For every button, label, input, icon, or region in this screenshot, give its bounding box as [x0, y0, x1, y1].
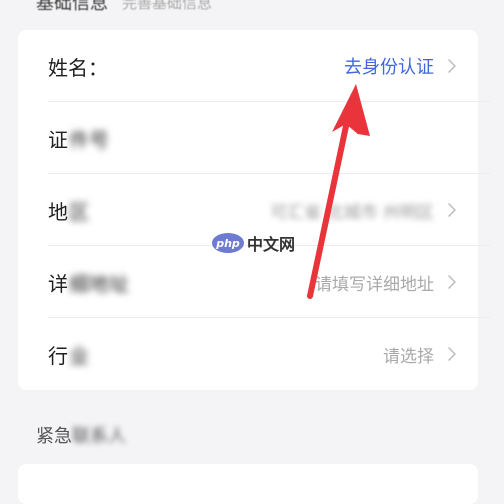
- section-subtitle: 完善基础信息: [122, 0, 213, 12]
- watermark-text: 中文网: [247, 235, 296, 254]
- value-text[interactable]: 去身份认证: [344, 53, 434, 79]
- emergency-contact-card: [18, 464, 478, 504]
- label-text-blurred: 区: [69, 199, 89, 224]
- section-header-emergency: 紧急 联系人: [36, 422, 126, 448]
- value-text-blurred: 可汇省 北城市 州明区: [270, 202, 434, 223]
- label-text: 证: [48, 127, 68, 152]
- row-industry[interactable]: 行 业 请选择: [48, 318, 460, 390]
- chevron-right-icon: [444, 58, 460, 74]
- label-text-blurred: 件号: [69, 127, 109, 152]
- label-text: 姓名：: [48, 55, 108, 80]
- chevron-right-icon: [444, 346, 460, 362]
- label-text-blurred: 业: [69, 343, 89, 368]
- label-text-blurred: 细地址: [69, 271, 129, 296]
- placeholder-text: 请选择: [383, 346, 434, 367]
- chevron-right-icon: [444, 202, 460, 218]
- region-value[interactable]: 可汇省 北城市 州明区: [270, 198, 460, 223]
- industry-select[interactable]: 请选择: [383, 342, 460, 367]
- row-id-number[interactable]: 证 件号: [48, 102, 490, 174]
- chevron-right-icon: [444, 274, 460, 290]
- address-input[interactable]: 请填写详细地址: [315, 270, 460, 295]
- row-name[interactable]: 姓名： 去身份认证: [48, 30, 490, 102]
- label-text: 地: [48, 199, 68, 224]
- row-label: 行 业: [48, 340, 89, 369]
- label-text: 详: [48, 271, 68, 296]
- row-label: 地 区: [48, 196, 89, 225]
- identity-verify-link[interactable]: 去身份认证: [344, 53, 460, 79]
- row-label: 姓名：: [48, 52, 108, 81]
- php-logo-icon: php: [212, 233, 244, 253]
- row-detail-address[interactable]: 详 细地址 请填写详细地址: [48, 246, 490, 318]
- row-label: 详 细地址: [48, 268, 129, 297]
- row-label: 证 件号: [48, 124, 109, 153]
- section-header-basic: 基础信息 完善基础信息: [36, 0, 212, 16]
- placeholder-text: 请填写详细地址: [315, 274, 434, 295]
- label-text: 行: [48, 343, 68, 368]
- section-title-blurred: 联系人: [72, 426, 126, 447]
- basic-info-card: 姓名： 去身份认证 证 件号 地 区 可汇省 北城市 州明区 详 细地址 请填写…: [18, 30, 490, 390]
- section-title: 紧急: [36, 426, 72, 447]
- site-watermark: php 中文网: [212, 232, 295, 254]
- section-title: 基础信息: [36, 0, 108, 14]
